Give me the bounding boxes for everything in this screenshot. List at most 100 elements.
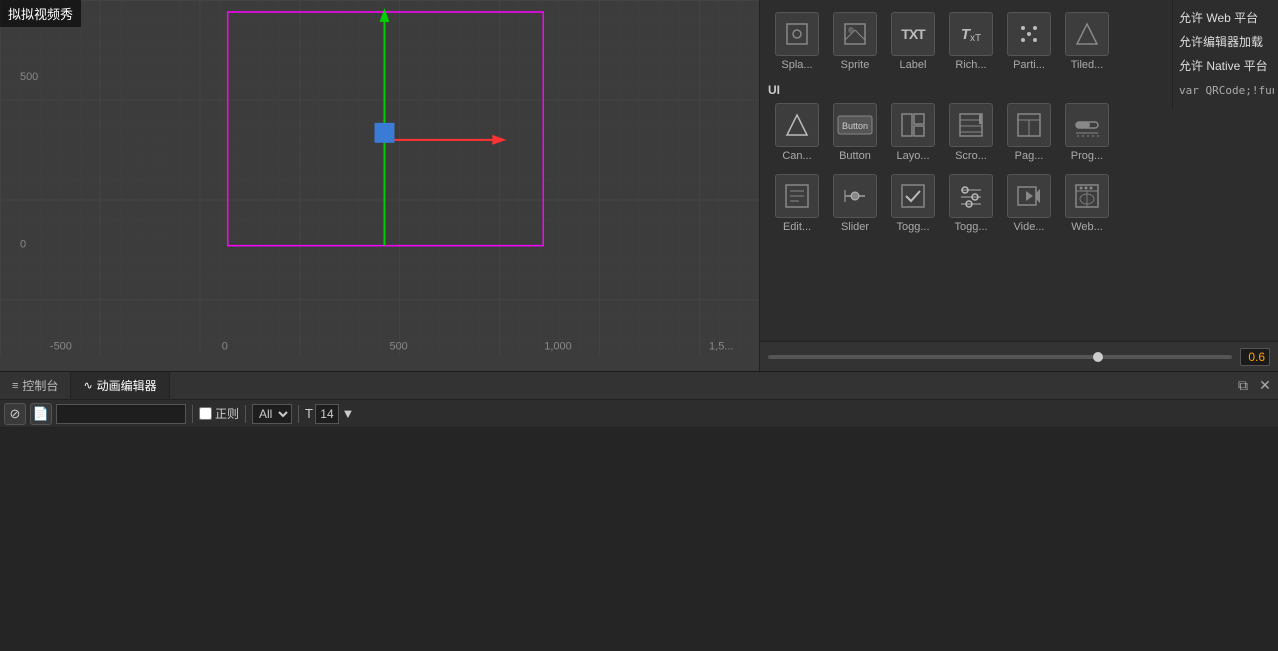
tiled-label: Tiled... — [1060, 59, 1114, 71]
viewport[interactable]: 拟拟视频秀 500 0 — [0, 0, 760, 371]
animation-tab-label: 动画编辑器 — [97, 377, 157, 394]
code-text: var QRCode;!fun — [1177, 78, 1274, 104]
svg-text:1,000: 1,000 — [544, 341, 571, 353]
comp-slider[interactable]: Slider — [826, 170, 884, 237]
watermark: 拟拟视频秀 — [0, 0, 81, 27]
editbox-icon — [775, 174, 819, 218]
tab-popout-btn[interactable]: ⧉ — [1234, 377, 1252, 395]
svg-text:500: 500 — [20, 71, 38, 83]
button-label: Button — [828, 150, 882, 162]
tab-console[interactable]: ≡ 控制台 — [0, 372, 71, 399]
tab-close-btn[interactable]: ✕ — [1256, 377, 1274, 395]
toolbar-sep-2 — [245, 405, 246, 423]
slider-comp-icon — [833, 174, 877, 218]
progress-label: Prog... — [1060, 150, 1114, 162]
page-icon — [1007, 103, 1051, 147]
bottom-panel: ≡ 控制台 ∿ 动画编辑器 ⧉ ✕ ⊘ 📄 正则 — [0, 371, 1278, 651]
animation-tab-icon: ∿ — [83, 379, 92, 392]
console-tab-icon: ≡ — [12, 380, 18, 392]
scroll-icon — [949, 103, 993, 147]
app: 拟拟视频秀 500 0 — [0, 0, 1278, 651]
stop-icon: ⊘ — [10, 406, 21, 422]
progress-icon — [1065, 103, 1109, 147]
filter-dropdown[interactable]: All — [252, 404, 292, 424]
toolbar-sep-1 — [192, 405, 193, 423]
splash-label: Spla... — [770, 59, 824, 71]
comp-canvas[interactable]: Can... — [768, 99, 826, 166]
regex-checkbox-label: 正则 — [199, 405, 239, 422]
comp-layout[interactable]: Layo... — [884, 99, 942, 166]
comp-sprite[interactable]: Sprite — [826, 8, 884, 75]
font-size-dropdown-btn[interactable]: ▼ — [341, 404, 355, 424]
toggle2-label: Togg... — [944, 221, 998, 233]
content-area: 拟拟视频秀 500 0 — [0, 0, 1278, 371]
layout-icon — [891, 103, 935, 147]
comp-splash[interactable]: Spla... — [768, 8, 826, 75]
comp-video[interactable]: Vide... — [1000, 170, 1058, 237]
allow-native-platform[interactable]: 允许 Native 平台 — [1177, 54, 1274, 78]
svg-text:Button: Button — [842, 121, 868, 131]
particle-label: Parti... — [1002, 59, 1056, 71]
slider-value: 0.6 — [1240, 348, 1270, 366]
right-text-panel: 允许 Web 平台 允许编辑器加载 允许 Native 平台 var QRCod… — [1172, 0, 1278, 110]
console-tab-label: 控制台 — [22, 377, 58, 394]
comp-label[interactable]: TXT Label — [884, 8, 942, 75]
allow-editor-plugins[interactable]: 允许编辑器加载 — [1177, 30, 1274, 54]
file-icon: 📄 — [33, 406, 49, 422]
label-label: Label — [886, 59, 940, 71]
editbox-label: Edit... — [770, 221, 824, 233]
button-icon: Button — [833, 103, 877, 147]
page-label: Pag... — [1002, 150, 1056, 162]
sprite-icon — [833, 12, 877, 56]
web-icon — [1065, 174, 1109, 218]
svg-text:1,5...: 1,5... — [709, 341, 733, 353]
search-input[interactable] — [56, 404, 186, 424]
font-size-selector: T 14 ▼ — [305, 404, 355, 424]
video-label: Vide... — [1002, 221, 1056, 233]
bottom-toolbar: ⊘ 📄 正则 All T 14 ▼ — [0, 400, 1278, 428]
richtext-icon: TxT — [949, 12, 993, 56]
file-btn[interactable]: 📄 — [30, 403, 52, 425]
label-icon: TXT — [891, 12, 935, 56]
scroll-label: Scro... — [944, 150, 998, 162]
tiled-icon — [1065, 12, 1109, 56]
svg-text:0: 0 — [20, 239, 26, 251]
regex-label: 正则 — [215, 405, 239, 422]
toolbar-sep-3 — [298, 405, 299, 423]
comp-editbox[interactable]: Edit... — [768, 170, 826, 237]
tab-controls: ⧉ ✕ — [1234, 372, 1278, 399]
toggle1-label: Togg... — [886, 221, 940, 233]
stop-btn[interactable]: ⊘ — [4, 403, 26, 425]
comp-progress[interactable]: Prog... — [1058, 99, 1116, 166]
slider-track[interactable] — [768, 355, 1232, 359]
video-icon — [1007, 174, 1051, 218]
components-row-2: Edit... Slider — [760, 170, 1278, 237]
svg-text:500: 500 — [389, 341, 407, 353]
comp-tiled[interactable]: Tiled... — [1058, 8, 1116, 75]
right-panel: Spla... Sprite TXT Label TxT Rich... — [760, 0, 1278, 371]
web-label: Web... — [1060, 221, 1114, 233]
canvas-svg: 500 0 -500 0 500 1,000 1,5... — [0, 0, 759, 355]
allow-web-platform[interactable]: 允许 Web 平台 — [1177, 6, 1274, 30]
bottom-tabs: ≡ 控制台 ∿ 动画编辑器 ⧉ ✕ — [0, 372, 1278, 400]
regex-checkbox[interactable] — [199, 407, 212, 420]
comp-toggle2[interactable]: Togg... — [942, 170, 1000, 237]
tab-animation[interactable]: ∿ 动画编辑器 — [71, 372, 169, 399]
slider-thumb[interactable] — [1093, 352, 1103, 362]
slider-comp-label: Slider — [828, 221, 882, 233]
comp-toggle1[interactable]: Togg... — [884, 170, 942, 237]
bottom-content — [0, 428, 1278, 651]
canvas-icon — [775, 103, 819, 147]
comp-richtext[interactable]: TxT Rich... — [942, 8, 1000, 75]
comp-scroll[interactable]: Scro... — [942, 99, 1000, 166]
comp-particle[interactable]: Parti... — [1000, 8, 1058, 75]
svg-text:0: 0 — [222, 341, 228, 353]
font-size-display: 14 — [315, 404, 339, 424]
richtext-label: Rich... — [944, 59, 998, 71]
comp-web[interactable]: Web... — [1058, 170, 1116, 237]
comp-page[interactable]: Pag... — [1000, 99, 1058, 166]
toggle1-icon — [891, 174, 935, 218]
toggle2-icon — [949, 174, 993, 218]
slider-bar: 0.6 — [760, 341, 1278, 371]
comp-button[interactable]: Button Button — [826, 99, 884, 166]
